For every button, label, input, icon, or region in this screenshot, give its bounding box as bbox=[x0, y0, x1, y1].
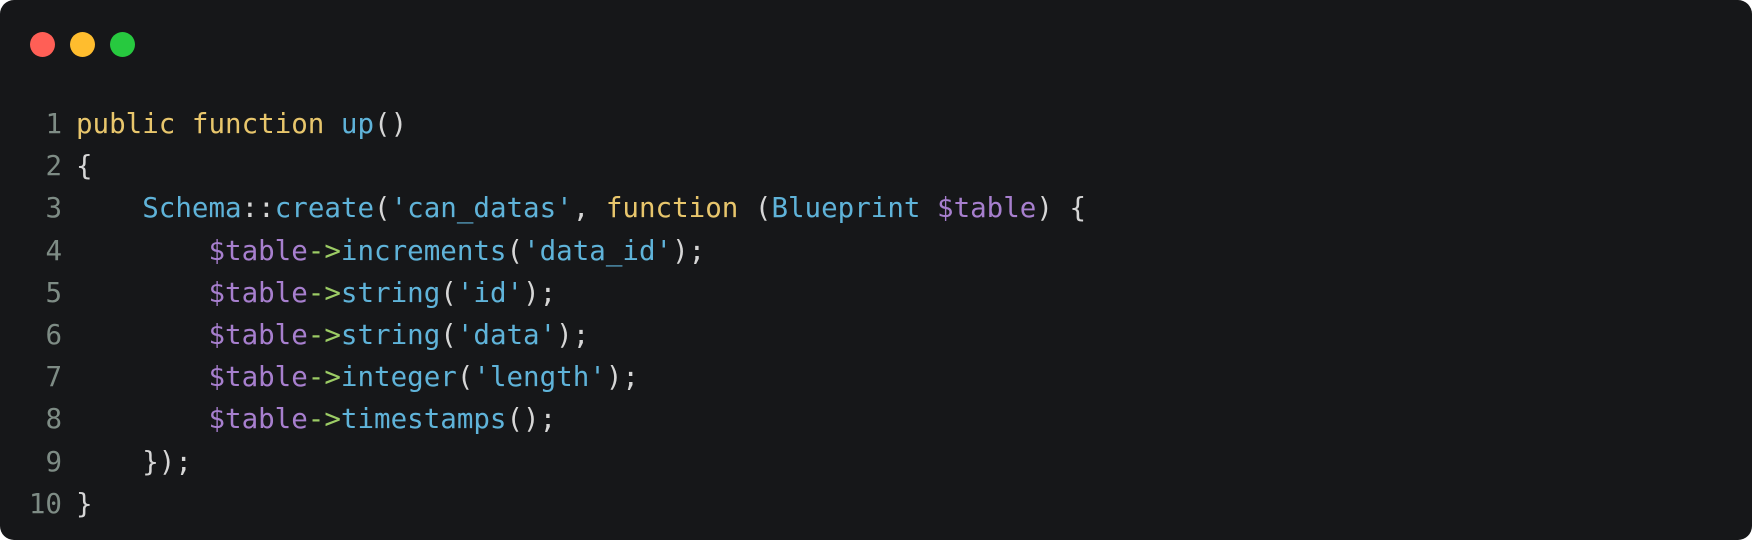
code-line: 2{ bbox=[0, 145, 1086, 187]
code-token-punct: ); bbox=[672, 234, 706, 267]
code-token-punct: ( bbox=[456, 361, 474, 394]
code-token-punct: ( bbox=[440, 276, 457, 309]
code-token-punct: } bbox=[76, 487, 93, 520]
code-window: 1 public function up() 2{3 Schema::create(… bbox=[0, 0, 1752, 540]
code-token-arrow: -> bbox=[307, 318, 341, 351]
code-line-text: } bbox=[76, 483, 93, 525]
code-line: 9 }); bbox=[0, 441, 1086, 483]
code-line-text: $table->increments('data_id'); bbox=[76, 230, 705, 272]
code-token-function: increments bbox=[340, 234, 507, 267]
code-token-punct: ); bbox=[523, 276, 557, 309]
minimize-button[interactable] bbox=[70, 32, 95, 57]
code-token-punct: () bbox=[374, 108, 408, 140]
line-number: 8 bbox=[45, 403, 62, 436]
code-line-text: Schema::create('can_datas', function (Bl… bbox=[76, 187, 1086, 229]
line-number: 7 bbox=[45, 361, 62, 394]
code-token-keyword: public bbox=[76, 108, 176, 140]
code-token-punct: }); bbox=[142, 445, 192, 478]
code-line: 6 $table->string('data'); bbox=[0, 314, 1086, 356]
code-token-function: integer bbox=[340, 361, 457, 394]
code-token-function: Schema bbox=[142, 192, 242, 225]
code-token-punct: ) { bbox=[1036, 192, 1087, 225]
code-token-punct bbox=[920, 192, 937, 224]
code-line: 3 Schema::create('can_datas', function (… bbox=[0, 187, 1086, 229]
code-token-punct: ( bbox=[506, 234, 524, 267]
line-number: 1 bbox=[45, 108, 62, 140]
code-token-punct bbox=[76, 361, 208, 393]
code-line-text: public function up() bbox=[76, 103, 407, 145]
code-token-string: 'id' bbox=[456, 276, 524, 309]
code-token-arrow: -> bbox=[307, 276, 341, 309]
code-token-variable: $table bbox=[208, 361, 308, 394]
code-token-variable: $table bbox=[937, 192, 1037, 225]
code-token-function: up bbox=[340, 108, 375, 140]
code-token-function: Blueprint bbox=[771, 192, 921, 225]
code-line-text: $table->string('data'); bbox=[76, 314, 589, 356]
line-number: 3 bbox=[45, 192, 62, 225]
line-number: 6 bbox=[45, 318, 62, 351]
code-line-text: $table->integer('length'); bbox=[76, 356, 639, 398]
code-line-text: { bbox=[76, 145, 93, 187]
code-token-punct bbox=[76, 446, 142, 478]
code-token-keyword: function bbox=[191, 108, 325, 140]
code-line: 10} bbox=[0, 483, 1086, 525]
code-token-punct: (); bbox=[506, 403, 557, 436]
code-line: 1 public function up() bbox=[0, 103, 1086, 145]
code-line: 4 $table->increments('data_id'); bbox=[0, 230, 1086, 272]
code-line-text: $table->timestamps(); bbox=[76, 398, 556, 440]
code-token-arrow: -> bbox=[307, 361, 341, 394]
code-token-punct bbox=[76, 235, 208, 267]
code-line-text: }); bbox=[76, 441, 192, 483]
code-token-string: 'length' bbox=[473, 361, 606, 394]
code-token-function: create bbox=[274, 192, 375, 225]
line-number: 4 bbox=[45, 234, 62, 267]
code-token-variable: $table bbox=[208, 234, 308, 267]
code-token-punct bbox=[76, 319, 208, 351]
code-token-punct bbox=[76, 277, 208, 309]
line-number: 10 bbox=[28, 487, 62, 520]
code-token-variable: $table bbox=[208, 403, 308, 436]
code-line: 7 $table->integer('length'); bbox=[0, 356, 1086, 398]
code-token-punct: , bbox=[572, 192, 606, 225]
code-token-string: 'can_datas' bbox=[390, 192, 573, 225]
code-token-punct bbox=[324, 108, 341, 140]
code-token-keyword: function bbox=[605, 192, 739, 225]
code-line-text: $table->string('id'); bbox=[76, 272, 556, 314]
line-number: 5 bbox=[45, 276, 62, 309]
code-token-punct: ); bbox=[556, 318, 590, 351]
code-token-punct: ( bbox=[374, 192, 391, 225]
window-controls bbox=[30, 32, 135, 57]
code-token-function: string bbox=[340, 318, 441, 351]
line-number: 9 bbox=[45, 445, 62, 478]
code-token-punct: ( bbox=[738, 192, 772, 225]
code-token-punct: { bbox=[76, 150, 93, 183]
code-token-function: timestamps bbox=[340, 403, 507, 436]
code-token-string: 'data_id' bbox=[523, 234, 673, 267]
close-button[interactable] bbox=[30, 32, 55, 57]
code-token-punct: ( bbox=[440, 318, 457, 351]
code-token-string: 'data' bbox=[456, 318, 557, 351]
code-token-variable: $table bbox=[208, 318, 308, 351]
code-token-punct bbox=[175, 108, 192, 140]
code-token-variable: $table bbox=[208, 276, 308, 309]
code-token-arrow: -> bbox=[307, 403, 341, 436]
code-line: 5 $table->string('id'); bbox=[0, 272, 1086, 314]
line-number: 2 bbox=[45, 150, 62, 183]
zoom-button[interactable] bbox=[110, 32, 135, 57]
code-token-function: string bbox=[340, 276, 441, 309]
code-block: 1 public function up() 2{3 Schema::create(… bbox=[0, 103, 1086, 525]
code-token-punct: ); bbox=[605, 361, 639, 394]
code-token-punct: :: bbox=[241, 192, 275, 225]
code-token-punct bbox=[76, 192, 142, 224]
code-token-punct bbox=[76, 403, 208, 435]
code-token-arrow: -> bbox=[307, 234, 341, 267]
code-line: 8 $table->timestamps(); bbox=[0, 398, 1086, 440]
